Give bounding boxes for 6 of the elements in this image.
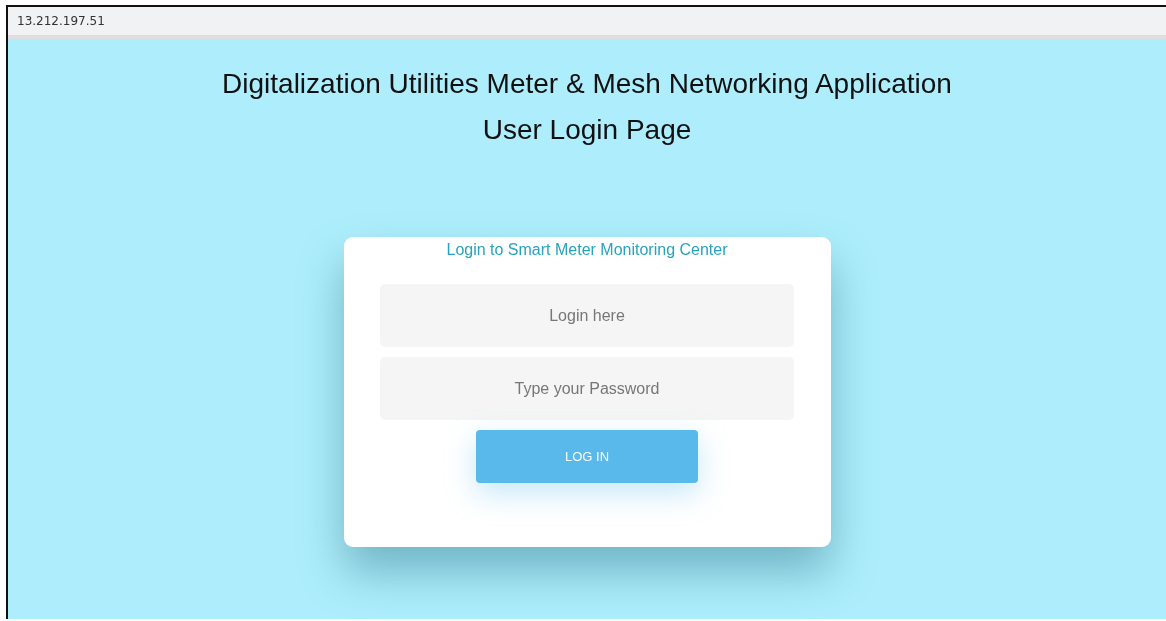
login-field[interactable]: Login here: [380, 284, 794, 347]
password-field[interactable]: Type your Password: [380, 357, 794, 420]
address-bar-url[interactable]: 13.212.197.51: [17, 14, 105, 28]
card-title: Login to Smart Meter Monitoring Center: [446, 241, 728, 259]
page-heading: Digitalization Utilities Meter & Mesh Networking Application: [222, 67, 952, 101]
page-heading: User Login Page: [482, 113, 692, 147]
